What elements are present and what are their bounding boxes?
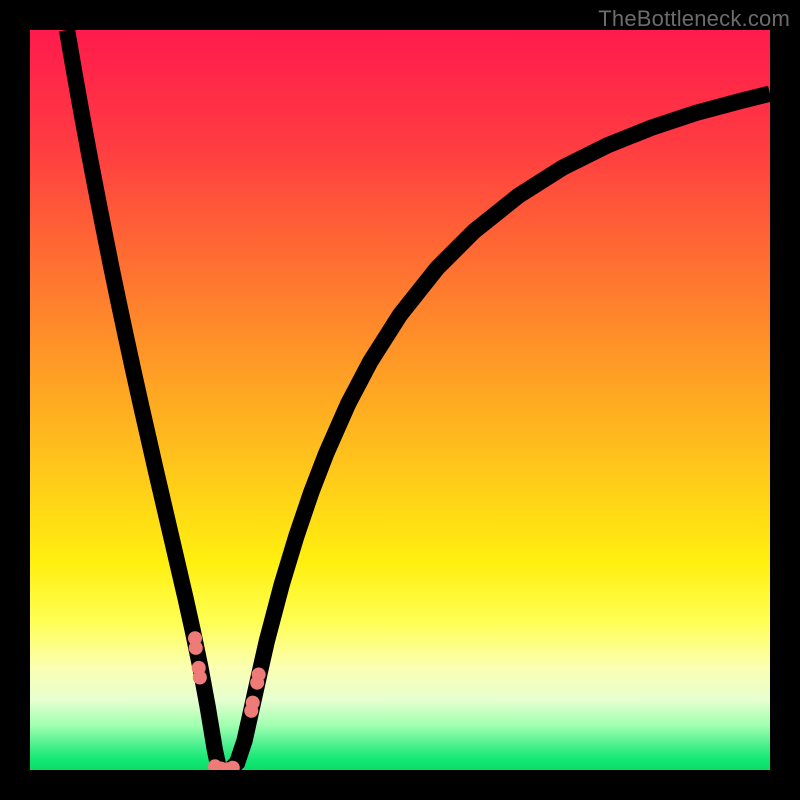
data-marker (193, 670, 207, 684)
data-marker (252, 668, 266, 682)
bottleneck-curve (30, 30, 770, 770)
plot-area (30, 30, 770, 770)
outer-frame: TheBottleneck.com (0, 0, 800, 800)
data-marker (189, 641, 203, 655)
data-marker (246, 696, 260, 710)
curve-path (67, 30, 770, 770)
watermark-text: TheBottleneck.com (598, 6, 790, 32)
